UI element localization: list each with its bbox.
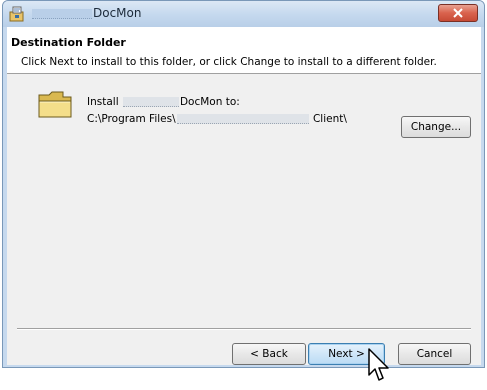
install-suffix: DocMon to: (179, 96, 240, 108)
window-title-suffix: DocMon (93, 6, 142, 20)
install-path-prefix: C:\Program Files\ (87, 113, 176, 125)
install-label: Install DocMon to: (87, 96, 240, 108)
close-icon (453, 8, 463, 18)
dialog-content: Destination Folder Click Next to install… (7, 27, 481, 365)
back-button[interactable]: < Back (232, 343, 306, 365)
redacted-text (32, 8, 92, 19)
folder-icon (38, 91, 72, 118)
redacted-text (122, 97, 179, 107)
divider (17, 328, 471, 330)
redacted-text (176, 114, 309, 124)
install-prefix: Install (87, 96, 122, 108)
header-banner: Destination Folder Click Next to install… (7, 27, 481, 74)
installer-app-icon (9, 6, 24, 22)
page-title: Destination Folder (11, 36, 126, 49)
close-button[interactable] (438, 4, 478, 22)
install-path-suffix: Client\ (309, 113, 347, 125)
install-path: C:\Program Files\ Client\ (87, 113, 347, 125)
page-description: Click Next to install to this folder, or… (21, 56, 437, 68)
mouse-pointer-icon (368, 348, 389, 381)
installer-window: DocMon Destination Folder Click Next to … (2, 0, 485, 368)
window-title: DocMon (31, 6, 141, 20)
change-button[interactable]: Change... (401, 116, 471, 138)
cancel-button[interactable]: Cancel (398, 343, 471, 365)
title-bar[interactable]: DocMon (3, 1, 484, 27)
